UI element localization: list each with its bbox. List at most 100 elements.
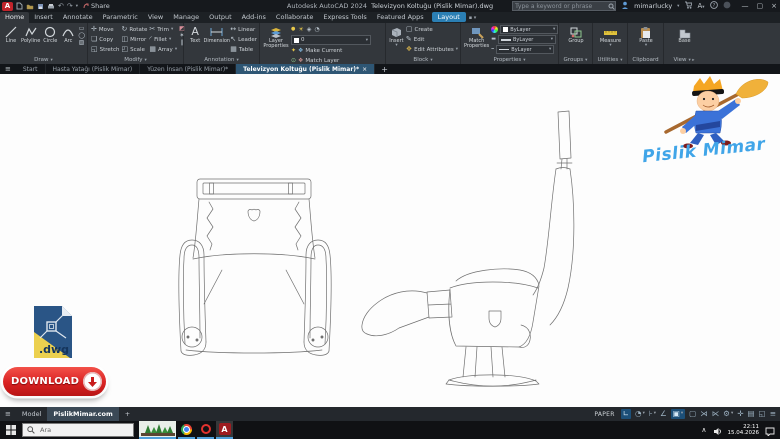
layout-tabs-menu-icon[interactable]: ≡ xyxy=(0,410,16,418)
offset-icon[interactable]: ∥ xyxy=(180,40,183,46)
hatch-icon[interactable]: ▨ xyxy=(79,40,85,46)
workspace-gear-icon[interactable]: ⚙▾ xyxy=(723,410,733,418)
edit-attributes-button[interactable]: ❖Edit Attributes▾ xyxy=(406,45,458,54)
fillet-button[interactable]: ◜Fillet▾ xyxy=(149,35,177,44)
tab-home[interactable]: Home xyxy=(0,12,29,23)
autocad-app-icon[interactable]: A xyxy=(2,2,13,11)
group-button[interactable]: Group xyxy=(565,25,588,56)
help-search-box[interactable] xyxy=(512,1,616,11)
grid-toggle-icon[interactable]: ∟ xyxy=(621,409,631,419)
autoscale-icon[interactable]: ⋉ xyxy=(712,410,720,418)
clock[interactable]: 22:11 15.04.2026 xyxy=(728,424,760,437)
scale-button[interactable]: ◰Scale xyxy=(121,45,147,54)
block-edit-button[interactable]: ✎Edit xyxy=(406,35,458,44)
task-opera[interactable] xyxy=(197,421,214,439)
linear-button[interactable]: ↔Linear xyxy=(230,25,257,34)
drawing-canvas[interactable]: Pislik Mimar .dwg DOWNLOAD xyxy=(0,74,780,407)
app-store-cart-icon[interactable] xyxy=(684,1,692,11)
layer-dropdown[interactable]: 0 ▾ xyxy=(291,35,371,45)
panel-label-clipboard[interactable]: Clipboard xyxy=(628,56,663,64)
print-icon[interactable] xyxy=(47,3,55,10)
table-button[interactable]: ▦Table xyxy=(230,45,257,54)
tab-parametric[interactable]: Parametric xyxy=(98,12,143,23)
ortho-mode-icon[interactable]: ⊦▾ xyxy=(649,410,656,418)
maximize-button[interactable]: ▢ xyxy=(757,2,764,10)
taskbar-search-box[interactable] xyxy=(22,423,134,437)
annotation-visibility-icon[interactable]: ⋊ xyxy=(700,410,708,418)
layer-thaw-icon[interactable]: ☀ xyxy=(298,27,303,33)
share-button[interactable]: Share xyxy=(83,2,110,10)
panel-label-draw[interactable]: Draw▾ xyxy=(0,56,87,64)
array-button[interactable]: ▦Array▾ xyxy=(149,45,177,54)
file-tab-start[interactable]: Start xyxy=(16,64,46,74)
match-properties-button[interactable]: Match Properties xyxy=(464,25,489,56)
panel-label-modify[interactable]: Modify▾ xyxy=(88,56,183,64)
new-file-icon[interactable] xyxy=(16,2,23,10)
lineweight-dropdown[interactable]: ByLayer▾ xyxy=(498,35,556,44)
base-button[interactable]: Base xyxy=(673,25,696,56)
stretch-button[interactable]: ◱Stretch xyxy=(91,45,119,54)
panel-label-groups[interactable]: Groups▾ xyxy=(559,56,592,64)
tab-insert[interactable]: Insert xyxy=(29,12,58,23)
clean-screen-icon[interactable]: ◱ xyxy=(759,410,766,418)
tab-featured-apps[interactable]: Featured Apps xyxy=(372,12,429,23)
user-dropdown-icon[interactable]: ▾ xyxy=(677,4,679,9)
layer-properties-button[interactable]: Layer Properties xyxy=(263,25,289,65)
customization-menu-icon[interactable]: ≡ xyxy=(770,410,776,418)
panel-label-properties[interactable]: Properties▾ xyxy=(461,56,558,64)
polar-tracking-icon[interactable]: ∠ xyxy=(660,410,667,418)
line-button[interactable]: Line xyxy=(3,25,19,56)
help-icon[interactable]: ? xyxy=(710,1,718,11)
space-indicator[interactable]: PAPER xyxy=(594,411,614,418)
close-button[interactable]: × xyxy=(771,2,777,10)
panel-label-annotation[interactable]: Annotation▾ xyxy=(184,56,259,64)
start-button[interactable] xyxy=(0,421,22,439)
block-create-button[interactable]: ▢Create xyxy=(406,25,458,34)
close-tab-icon[interactable]: × xyxy=(362,66,367,73)
text-button[interactable]: A Text xyxy=(187,25,203,56)
layer-plot-icon[interactable]: ◔ xyxy=(314,27,319,33)
copy-button[interactable]: ❏Copy xyxy=(91,35,119,44)
user-icon[interactable] xyxy=(621,1,629,11)
download-button[interactable]: DOWNLOAD xyxy=(3,367,106,396)
tab-layout[interactable]: Layout xyxy=(432,12,466,22)
3d-osnap-icon[interactable]: ▢ xyxy=(689,410,696,418)
save-icon[interactable] xyxy=(37,3,44,10)
file-tab-televizyon-koltugu[interactable]: Televizyon Koltuğu (Pislik Mimar)*× xyxy=(236,64,375,74)
taskbar-search-input[interactable] xyxy=(38,425,129,435)
panel-label-utilities[interactable]: Utilities▾ xyxy=(593,56,627,64)
measure-button[interactable]: Measure▾ xyxy=(599,25,622,56)
leader-button[interactable]: ↖Leader xyxy=(230,35,257,44)
tab-annotate[interactable]: Annotate xyxy=(58,12,98,23)
dimension-button[interactable]: Dimension xyxy=(205,25,228,56)
snap-mode-icon[interactable]: ◔▾ xyxy=(635,410,645,418)
tab-manage[interactable]: Manage xyxy=(168,12,204,23)
paste-button[interactable]: Paste▾ xyxy=(635,25,658,56)
arc-button[interactable]: Arc xyxy=(60,25,76,56)
new-layout-button[interactable]: + xyxy=(119,407,136,421)
layout-tab-pislikmimar[interactable]: PislikMimar.com xyxy=(47,407,118,421)
model-tab[interactable]: Model xyxy=(16,407,48,421)
volume-icon[interactable] xyxy=(713,421,722,439)
task-autocad[interactable]: A xyxy=(216,421,233,439)
autodesk-a-menu[interactable]: A▾ xyxy=(697,2,704,10)
open-folder-icon[interactable] xyxy=(26,3,34,10)
insert-button[interactable]: Insert▾ xyxy=(389,25,404,56)
tab-view[interactable]: View xyxy=(143,12,168,23)
tab-collaborate[interactable]: Collaborate xyxy=(271,12,318,23)
task-forest-thumbnail[interactable] xyxy=(139,421,176,439)
tab-express-tools[interactable]: Express Tools xyxy=(318,12,371,23)
panel-label-view[interactable]: View▾ ▸ xyxy=(664,56,704,64)
action-center-icon[interactable] xyxy=(765,421,775,439)
notifications-icon[interactable] xyxy=(723,1,731,11)
help-search-input[interactable] xyxy=(513,3,608,10)
ribbon-display-toggle-icon[interactable]: ▪ ▾ xyxy=(469,15,477,21)
mirror-button[interactable]: ◫Mirror xyxy=(121,35,147,44)
color-wheel-icon[interactable] xyxy=(491,26,498,33)
object-snap-icon[interactable]: ▣▾ xyxy=(671,409,685,419)
tab-addins[interactable]: Add-ins xyxy=(237,12,271,23)
minimize-button[interactable]: — xyxy=(742,2,749,10)
file-tab-yuzen-insan[interactable]: Yüzen İnsan (Pislik Mimar)* xyxy=(140,64,236,74)
task-chrome[interactable] xyxy=(178,421,195,439)
trim-button[interactable]: ✂Trim▾ xyxy=(149,25,177,34)
